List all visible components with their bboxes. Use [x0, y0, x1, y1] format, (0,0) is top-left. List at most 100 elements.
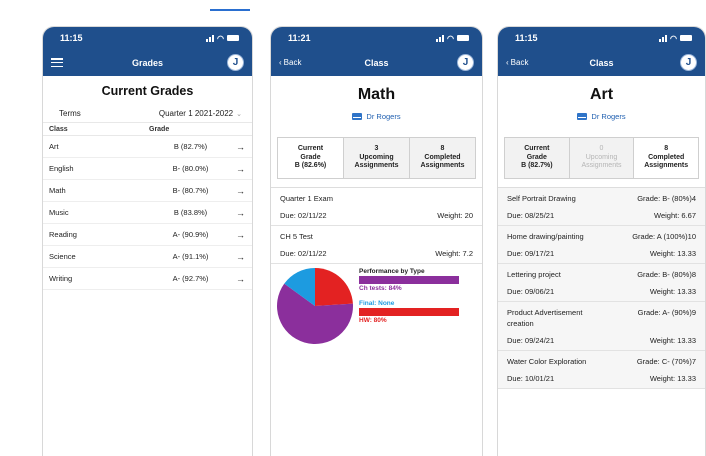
assignment-list: Quarter 1 Exam Due: 02/11/22 Weight: 20 …: [271, 187, 482, 264]
list-item[interactable]: Home drawing/painting Grade: A (100%)10 Du…: [498, 226, 705, 264]
grade-class: Reading: [49, 230, 77, 239]
grade-class: Writing: [49, 274, 73, 283]
list-item[interactable]: Water Color Exploration Grade: C- (70%)7 D…: [498, 351, 705, 389]
teacher-link[interactable]: Dr Rogers: [498, 112, 705, 121]
assignment-name: Water Color Exploration: [507, 357, 587, 366]
status-bar: 11:15 ◠: [43, 27, 252, 49]
nav-bar: ‹ Back Class J: [498, 49, 705, 76]
list-item[interactable]: Self Portrait Drawing Grade: B- (80%)4 Due…: [498, 188, 705, 226]
chevron-down-icon: ⌄: [236, 110, 242, 118]
terms-selector[interactable]: Terms Quarter 1 2021-2022 ⌄: [43, 105, 252, 123]
avatar[interactable]: J: [227, 54, 244, 71]
legend-label-hw: HW: 80%: [359, 317, 387, 324]
performance-chart: Performance by Type Ch tests: 84% Final:…: [271, 264, 482, 374]
segment-current-grade[interactable]: Current Grade B (82.7%): [505, 138, 570, 178]
col-class-header: Class: [49, 126, 68, 133]
list-item[interactable]: Quarter 1 Exam Due: 02/11/22 Weight: 20: [271, 188, 482, 226]
segment-line: Completed: [424, 153, 461, 161]
arrow-right-icon: →: [236, 141, 245, 152]
segment-line: B (82.7%): [521, 162, 553, 170]
assignment-grade: Grade: C- (70%)7: [636, 357, 696, 366]
grade-value: B (82.7%): [173, 142, 208, 151]
back-button[interactable]: ‹ Back: [506, 58, 528, 67]
menu-icon[interactable]: [51, 58, 63, 67]
assignment-weight: Weight: 13.33: [649, 336, 696, 345]
segment-upcoming[interactable]: 0 Upcoming Assignments: [570, 138, 635, 178]
segment-line: 8: [664, 145, 669, 153]
chevron-left-icon: ‹: [279, 58, 282, 67]
assignment-grade: Grade: B- (80%)4: [637, 194, 696, 203]
teacher-link[interactable]: Dr Rogers: [271, 112, 482, 121]
grade-row[interactable]: Music B (83.8%) →: [43, 202, 252, 224]
avatar[interactable]: J: [457, 54, 474, 71]
segment-line: Upcoming: [359, 153, 394, 161]
mail-icon: [577, 113, 588, 120]
legend-swatch-hw: [359, 308, 459, 316]
nav-bar: Grades J: [43, 49, 252, 76]
avatar[interactable]: J: [680, 54, 697, 71]
summary-segmented-control: Current Grade B (82.6%) 3 Upcoming Assig…: [277, 137, 476, 179]
assignment-weight: Weight: 13.33: [649, 249, 696, 258]
grade-value: A- (90.9%): [172, 230, 209, 239]
list-item[interactable]: Product Advertisement creation Grade: A- …: [498, 302, 705, 351]
back-button[interactable]: ‹ Back: [279, 58, 301, 67]
terms-label: Terms: [59, 109, 81, 118]
grade-value: B- (80.7%): [172, 186, 209, 195]
arrow-right-icon: →: [236, 251, 245, 262]
assignment-name: Quarter 1 Exam: [280, 194, 333, 203]
arrow-right-icon: →: [236, 273, 245, 284]
signal-icon: [206, 34, 215, 42]
assignment-name: Product Advertisement creation: [507, 308, 583, 328]
battery-icon: [227, 35, 239, 41]
terms-value: Quarter 1 2021-2022: [158, 109, 234, 118]
assignment-name: Lettering project: [507, 270, 561, 279]
grade-row[interactable]: Writing A- (92.7%) →: [43, 268, 252, 290]
page-title: Current Grades: [101, 84, 194, 98]
grade-value: A- (91.1%): [172, 252, 209, 261]
grade-row[interactable]: Reading A- (90.9%) →: [43, 224, 252, 246]
list-item[interactable]: CH 5 Test Due: 02/11/22 Weight: 7.2: [271, 226, 482, 264]
mail-icon: [352, 113, 363, 120]
assignment-name: Home drawing/painting: [507, 232, 584, 241]
teacher-name: Dr Rogers: [591, 112, 626, 121]
terms-value-wrap: Quarter 1 2021-2022 ⌄: [159, 109, 242, 118]
segment-current-grade[interactable]: Current Grade B (82.6%): [278, 138, 344, 178]
assignment-name: Self Portrait Drawing: [507, 194, 576, 203]
phone-art-screen: 11:15 ◠ ‹ Back Class J Art Dr Rogers Cur…: [497, 26, 706, 456]
grade-class: Music: [49, 208, 69, 217]
assignment-weight: Weight: 13.33: [649, 287, 696, 296]
segment-line: 0: [599, 145, 604, 153]
grade-row[interactable]: Art B (82.7%) →: [43, 136, 252, 158]
grade-row[interactable]: Math B- (80.7%) →: [43, 180, 252, 202]
arrow-right-icon: →: [236, 229, 245, 240]
class-title: Art: [589, 86, 614, 103]
grades-table: Art B (82.7%) → English B- (80.0%) → Math B- (8…: [43, 136, 252, 290]
arrow-right-icon: →: [236, 207, 245, 218]
segment-line: Assignments: [354, 162, 399, 170]
segment-completed[interactable]: 8 Completed Assignments: [410, 138, 475, 178]
phone-math-screen: 11:21 ◠ ‹ Back Class J Math Dr Rogers Cu…: [270, 26, 483, 456]
segment-completed[interactable]: 8 Completed Assignments: [634, 138, 699, 178]
segment-line: Assignments: [420, 162, 465, 170]
battery-icon: [680, 35, 692, 41]
grades-table-header: Class Grade: [43, 123, 252, 136]
segment-line: Assignments: [644, 162, 689, 170]
segment-upcoming[interactable]: 3 Upcoming Assignments: [344, 138, 410, 178]
grade-row[interactable]: English B- (80.0%) →: [43, 158, 252, 180]
status-icons: ◠: [659, 34, 692, 43]
assignment-due: Due: 08/25/21: [507, 211, 555, 220]
wifi-icon: ◠: [670, 33, 677, 43]
segment-line: Current: [297, 145, 324, 153]
signal-icon: [436, 34, 445, 42]
list-item[interactable]: Lettering project Grade: B- (80%)8 Due: 09…: [498, 264, 705, 302]
assignment-due: Due: 02/11/22: [280, 249, 327, 258]
grade-row[interactable]: Science A- (91.1%) →: [43, 246, 252, 268]
assignment-weight: Weight: 13.33: [649, 374, 696, 383]
segment-line: B (82.6%): [294, 162, 327, 170]
segment-line: Assignments: [581, 162, 622, 170]
legend-swatch-ch-tests: [359, 276, 459, 284]
segment-line: Grade: [300, 153, 321, 161]
assignment-name: CH 5 Test: [280, 232, 313, 241]
col-grade-header: Grade: [149, 126, 170, 133]
grade-class: English: [49, 164, 74, 173]
